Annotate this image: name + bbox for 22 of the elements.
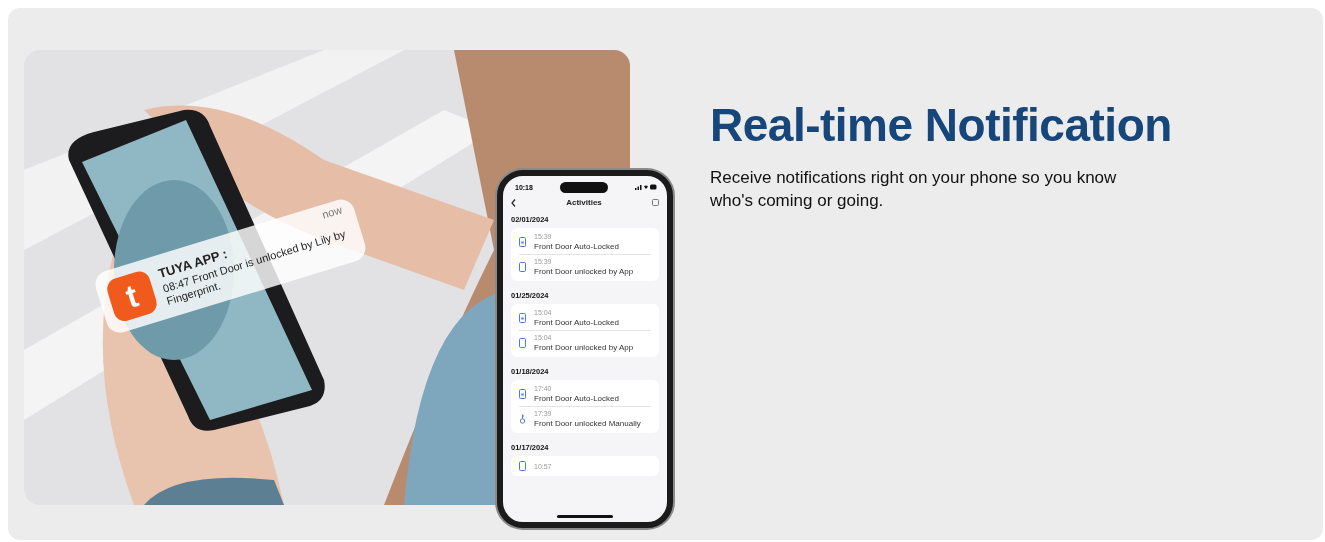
status-icons [635,184,657,190]
phone-lock-icon [519,389,526,399]
phone-icon [519,262,526,272]
event-text: Front Door Auto-Locked [534,394,619,403]
key-icon [519,414,526,424]
event-text: Front Door unlocked by App [534,343,634,352]
heading: Real-time Notification [710,98,1173,152]
phone-lock-icon [519,313,526,323]
event-text: Front Door Auto-Locked [534,242,619,251]
phone-icon [519,338,526,348]
home-indicator [557,515,613,518]
event-text: Front Door unlocked by App [534,267,634,276]
calendar-icon[interactable] [652,199,659,206]
description: Receive notifications right on your phone so you know who's coming or going. [710,167,1118,212]
screen-title: Activities [566,198,602,207]
event-text: Front Door Auto-Locked [534,318,619,327]
dynamic-island [559,181,608,193]
back-icon[interactable] [511,198,516,207]
event-text: Front Door unlocked Manually [534,419,641,428]
notification-time: now [320,203,344,221]
phone-lock-icon [519,237,526,247]
phone-icon [519,461,526,471]
